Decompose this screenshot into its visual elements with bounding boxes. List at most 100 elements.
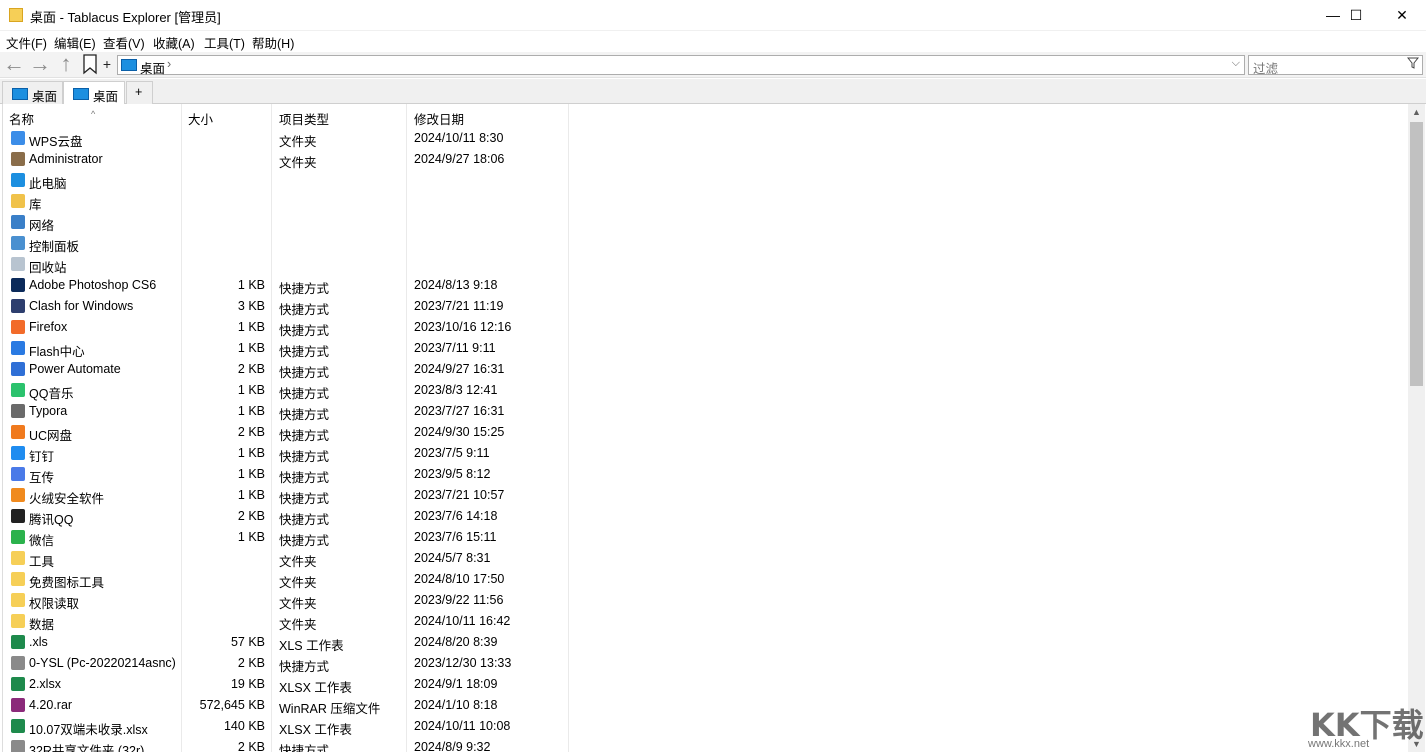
menu-help[interactable]: 帮助(H) [252, 33, 294, 52]
file-name: Clash for Windows [29, 299, 134, 313]
vertical-scrollbar[interactable]: ▲ ▼ [1408, 104, 1425, 752]
tab-desktop-2[interactable]: 桌面 [63, 81, 125, 105]
file-row[interactable]: 2.xlsx 19 KB XLSX 工作表 2024/9/1 18:09 [3, 674, 1408, 695]
file-row[interactable]: Clash for Windows 3 KB 快捷方式 2023/7/21 11:19 [3, 296, 1408, 317]
file-row[interactable]: Power Automate 2 KB 快捷方式 2024/9/27 16:31 [3, 359, 1408, 380]
file-list[interactable]: 名称 ^ 大小 项目类型 修改日期 WPS云盘 文件夹 2024/10/11 8:3… [2, 104, 1408, 752]
file-row[interactable]: 4.20.rar 572,645 KB WinRAR 压缩文件 2024/1/10 8… [3, 695, 1408, 716]
file-row[interactable]: 互传 1 KB 快捷方式 2023/9/5 8:12 [3, 464, 1408, 485]
file-row[interactable]: 0-YSL (Pc-20220214asnc) 2 KB 快捷方式 2023/12/3… [3, 653, 1408, 674]
file-date: 2023/7/5 9:11 [414, 446, 490, 460]
file-row[interactable]: 钉钉 1 KB 快捷方式 2023/7/5 9:11 [3, 443, 1408, 464]
file-row[interactable]: 腾讯QQ 2 KB 快捷方式 2023/7/6 14:18 [3, 506, 1408, 527]
spreadsheet-icon [11, 677, 25, 691]
filter-box[interactable]: 过滤 [1248, 55, 1423, 77]
file-date: 2024/8/13 9:18 [414, 278, 498, 292]
file-date: 2024/9/27 18:06 [414, 152, 505, 166]
file-name: 10.07双端未收录.xlsx [29, 723, 148, 737]
column-header-name[interactable]: 名称 ^ [3, 104, 181, 128]
scrollbar-thumb[interactable] [1410, 122, 1423, 386]
file-row[interactable]: 免费图标工具 文件夹 2024/8/10 17:50 [3, 569, 1408, 590]
filter-icon[interactable] [1406, 57, 1420, 72]
filter-placeholder[interactable]: 过滤 [1253, 58, 1278, 77]
menu-view[interactable]: 查看(V) [103, 33, 145, 52]
file-date: 2024/8/20 8:39 [414, 635, 498, 649]
tab-desktop-1[interactable]: 桌面 [2, 81, 63, 104]
file-date: 2024/9/1 18:09 [414, 677, 498, 691]
file-row[interactable]: 网络 [3, 212, 1408, 233]
file-row[interactable]: 微信 1 KB 快捷方式 2023/7/6 15:11 [3, 527, 1408, 548]
file-date: 2023/7/6 14:18 [414, 509, 498, 523]
file-date: 2024/10/11 10:08 [414, 719, 511, 733]
file-name: 此电脑 [29, 177, 67, 191]
file-row[interactable]: QQ音乐 1 KB 快捷方式 2023/8/3 12:41 [3, 380, 1408, 401]
file-date: 2024/8/10 17:50 [414, 572, 505, 586]
file-row[interactable]: 控制面板 [3, 233, 1408, 254]
transfer-icon [11, 467, 25, 481]
folder-icon [11, 614, 25, 628]
back-button[interactable]: ← [2, 53, 26, 77]
file-name: 工具 [29, 555, 55, 569]
forward-button[interactable]: → [28, 53, 52, 77]
file-type: XLSX 工作表 [279, 723, 352, 737]
file-date: 2023/7/21 11:19 [414, 299, 504, 313]
file-type: 文件夹 [279, 555, 317, 569]
file-date: 2024/5/7 8:31 [414, 551, 491, 565]
desktop-icon [121, 59, 137, 71]
up-button[interactable]: ↑ [54, 53, 78, 77]
huorong-icon [11, 488, 25, 502]
folder-icon [9, 8, 23, 22]
file-type: 文件夹 [279, 576, 317, 590]
file-size: 1 KB [237, 530, 265, 544]
column-header-type[interactable]: 项目类型 [271, 104, 406, 128]
file-row[interactable]: Flash中心 1 KB 快捷方式 2023/7/11 9:11 [3, 338, 1408, 359]
address-path[interactable]: 桌面 [140, 58, 165, 77]
breadcrumb-separator[interactable]: › [167, 57, 171, 71]
desktop-icon [73, 88, 89, 100]
file-row[interactable]: 32R共享文件夹 (32r) 2 KB 快捷方式 2024/8/9 9:32 [3, 737, 1408, 752]
add-tab-button[interactable]: + [126, 81, 153, 104]
menu-file[interactable]: 文件(F) [6, 33, 47, 52]
file-name: 库 [29, 198, 42, 212]
menu-tools[interactable]: 工具(T) [204, 33, 245, 52]
file-name: QQ音乐 [29, 387, 74, 401]
file-row[interactable]: .xls 57 KB XLS 工作表 2024/8/20 8:39 [3, 632, 1408, 653]
file-row[interactable]: 此电脑 [3, 170, 1408, 191]
file-row[interactable]: Typora 1 KB 快捷方式 2023/7/27 16:31 [3, 401, 1408, 422]
maximize-button[interactable]: ☐ [1333, 0, 1379, 31]
file-row[interactable]: 10.07双端未收录.xlsx 140 KB XLSX 工作表 2024/10/11 … [3, 716, 1408, 737]
column-header-label: 大小 [188, 113, 214, 127]
file-row[interactable]: WPS云盘 文件夹 2024/10/11 8:30 [3, 128, 1408, 149]
scroll-up-icon[interactable]: ▲ [1412, 107, 1421, 117]
bookmark-icon [83, 54, 97, 75]
chevron-down-icon[interactable]: ⌵ [1232, 57, 1240, 70]
column-header-date[interactable]: 修改日期 [406, 104, 568, 128]
menu-favorites[interactable]: 收藏(A) [153, 33, 195, 52]
close-button[interactable]: ✕ [1379, 0, 1425, 31]
menu-edit[interactable]: 编辑(E) [54, 33, 96, 52]
new-tab-button[interactable]: + [100, 53, 114, 77]
file-name: 互传 [29, 471, 55, 485]
file-type: XLS 工作表 [279, 639, 344, 653]
file-row[interactable]: 权限读取 文件夹 2023/9/22 11:56 [3, 590, 1408, 611]
file-row[interactable]: Adobe Photoshop CS6 1 KB 快捷方式 2024/8/13 9:1… [3, 275, 1408, 296]
typora-icon [11, 404, 25, 418]
address-bar[interactable]: 桌面 › ⌵ [117, 55, 1245, 77]
file-row[interactable]: Administrator 文件夹 2024/9/27 18:06 [3, 149, 1408, 170]
file-row[interactable]: 工具 文件夹 2024/5/7 8:31 [3, 548, 1408, 569]
column-header-size[interactable]: 大小 [181, 104, 271, 128]
file-row[interactable]: 数据 文件夹 2024/10/11 16:42 [3, 611, 1408, 632]
file-row[interactable]: 库 [3, 191, 1408, 212]
bookmark-button[interactable] [80, 53, 100, 77]
file-type: 快捷方式 [279, 408, 330, 422]
file-type: 快捷方式 [279, 282, 330, 296]
file-date: 2023/10/16 12:16 [414, 320, 512, 334]
file-row[interactable]: Firefox 1 KB 快捷方式 2023/10/16 12:16 [3, 317, 1408, 338]
file-size: 2 KB [237, 509, 265, 523]
navigation-bar: ← → ↑ + 桌面 › ⌵ 过滤 [0, 52, 1426, 78]
file-row[interactable]: 回收站 [3, 254, 1408, 275]
photoshop-icon [11, 278, 25, 292]
file-row[interactable]: 火绒安全软件 1 KB 快捷方式 2023/7/21 10:57 [3, 485, 1408, 506]
user-folder-icon [11, 152, 25, 166]
file-row[interactable]: UC网盘 2 KB 快捷方式 2024/9/30 15:25 [3, 422, 1408, 443]
